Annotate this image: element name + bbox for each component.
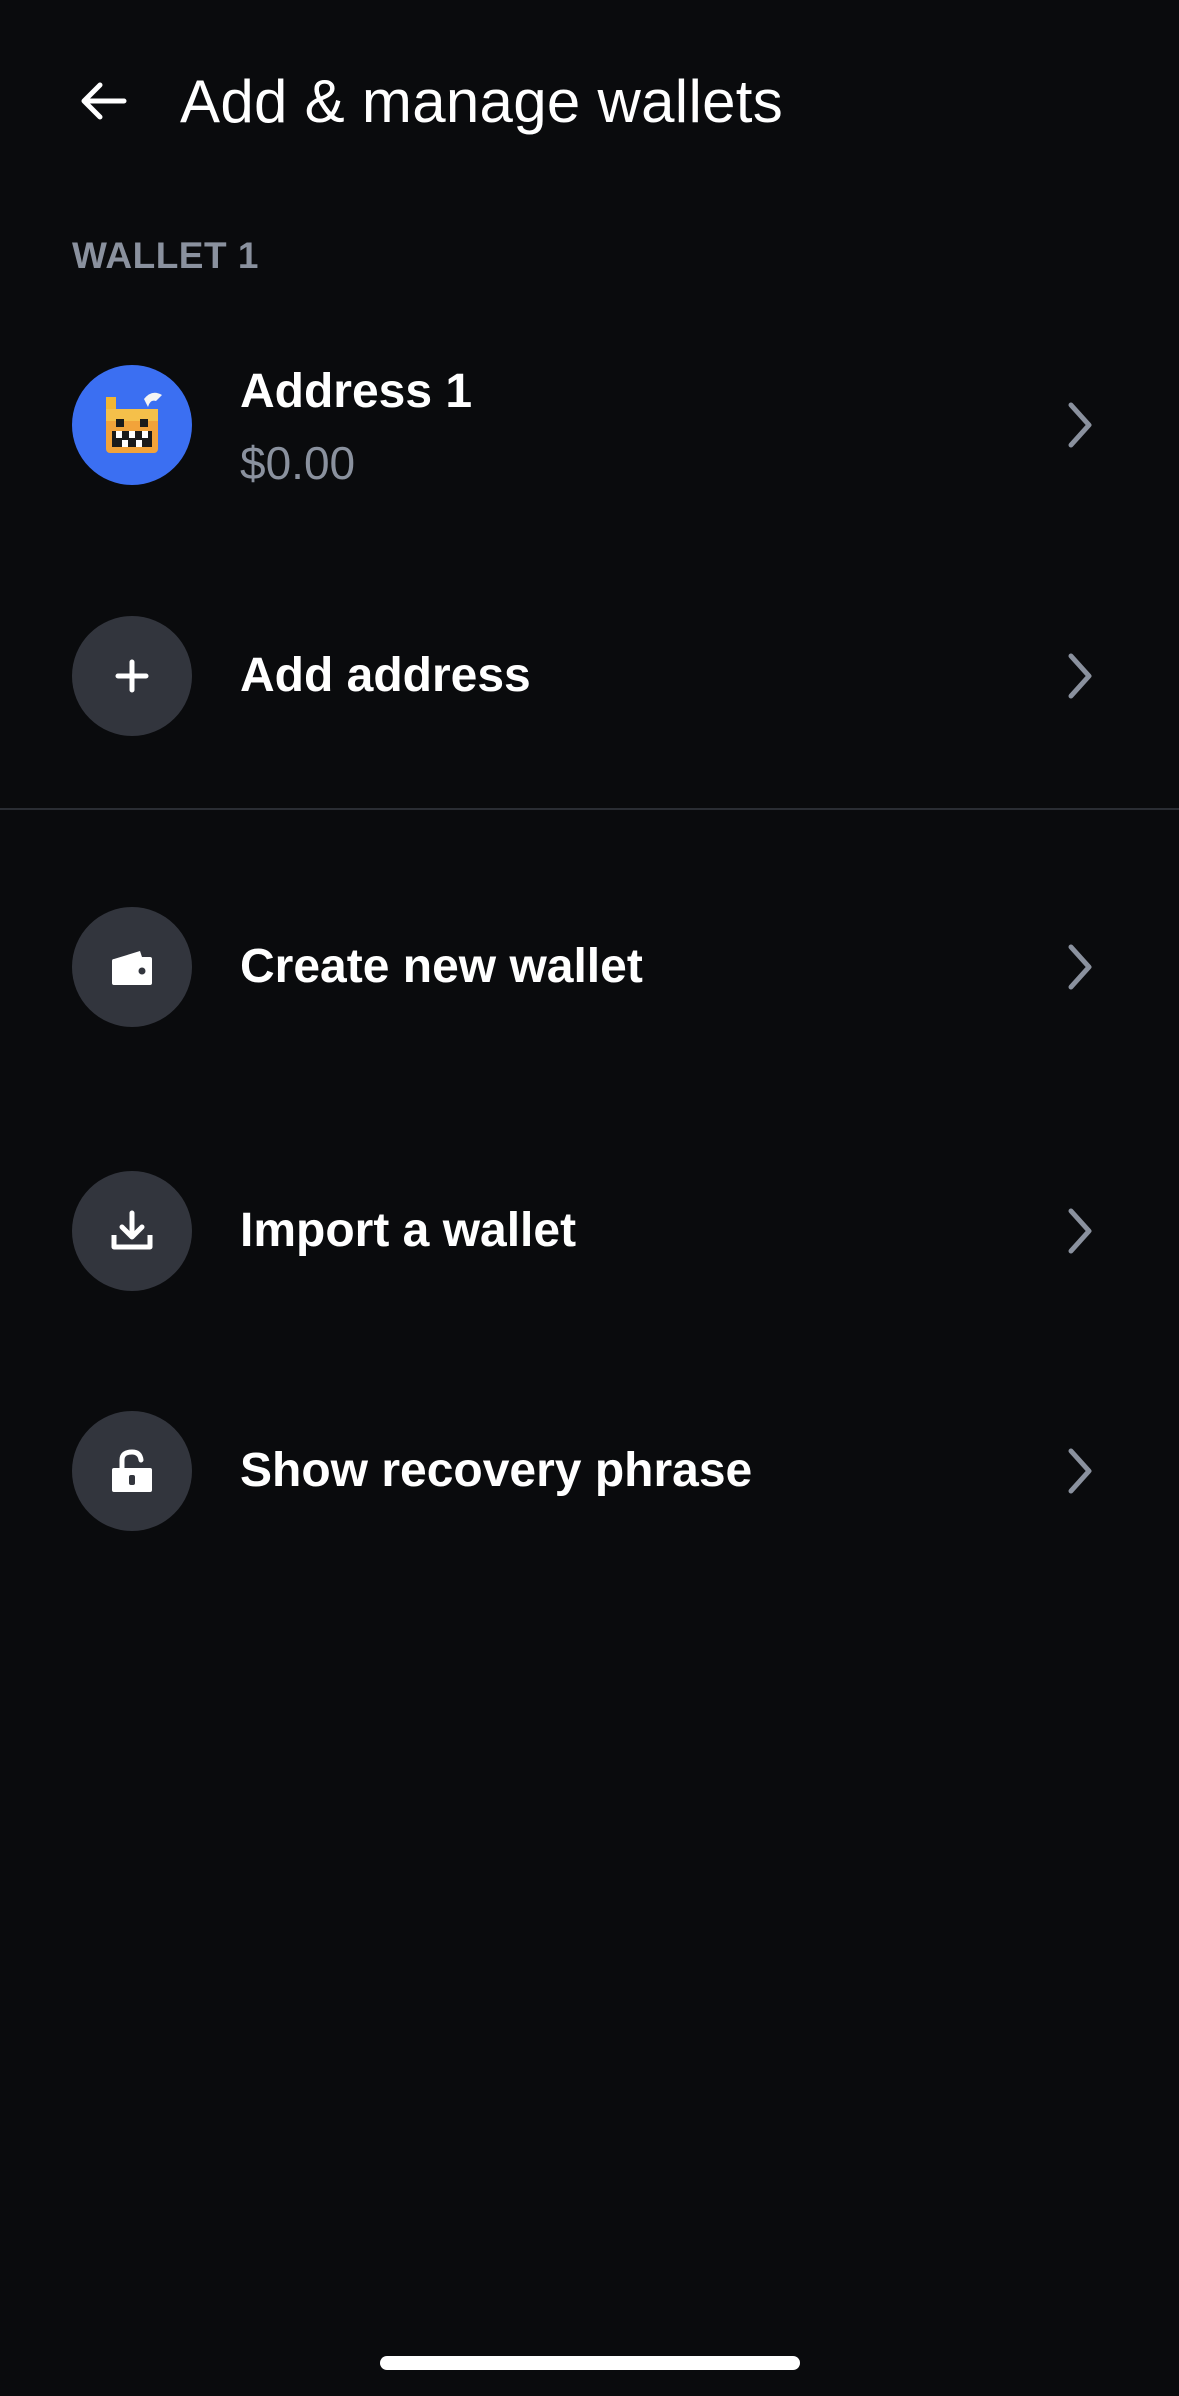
page-title: Add & manage wallets bbox=[180, 68, 784, 135]
avatar bbox=[72, 365, 192, 485]
add-address-row[interactable]: Add address bbox=[0, 616, 1179, 736]
create-new-wallet-label: Create new wallet bbox=[240, 940, 643, 993]
header: Add & manage wallets bbox=[0, 0, 1179, 205]
chevron-right-icon bbox=[1060, 937, 1100, 997]
section-divider bbox=[0, 808, 1179, 810]
home-indicator[interactable] bbox=[380, 2356, 800, 2370]
import-wallet-label: Import a wallet bbox=[240, 1204, 577, 1257]
add-address-label: Add address bbox=[240, 649, 531, 702]
address-row[interactable]: Address 1 $0.00 bbox=[0, 352, 1179, 498]
chevron-right-icon bbox=[1060, 395, 1100, 455]
plus-icon bbox=[115, 659, 149, 693]
wallet-icon bbox=[112, 951, 152, 985]
chevron-right-icon bbox=[1060, 1201, 1100, 1261]
back-button[interactable] bbox=[60, 62, 146, 140]
download-icon bbox=[111, 1210, 153, 1250]
arrow-left-icon bbox=[81, 82, 127, 120]
wallet-section-label: WALLET 1 bbox=[72, 235, 259, 276]
address-name: Address 1 bbox=[240, 365, 473, 418]
chevron-right-icon bbox=[1060, 646, 1100, 706]
unlock-icon bbox=[112, 1449, 152, 1492]
create-wallet-icon-circle bbox=[72, 907, 192, 1027]
show-recovery-phrase-row[interactable]: Show recovery phrase bbox=[0, 1411, 1179, 1531]
import-wallet-icon-circle bbox=[72, 1171, 192, 1291]
address-balance: $0.00 bbox=[240, 437, 356, 489]
recovery-phrase-icon-circle bbox=[72, 1411, 192, 1531]
create-new-wallet-row[interactable]: Create new wallet bbox=[0, 907, 1179, 1027]
add-address-icon-circle bbox=[72, 616, 192, 736]
chevron-right-icon bbox=[1060, 1441, 1100, 1501]
show-recovery-phrase-label: Show recovery phrase bbox=[240, 1444, 753, 1497]
import-wallet-row[interactable]: Import a wallet bbox=[0, 1171, 1179, 1291]
monster-avatar-icon bbox=[106, 392, 162, 453]
